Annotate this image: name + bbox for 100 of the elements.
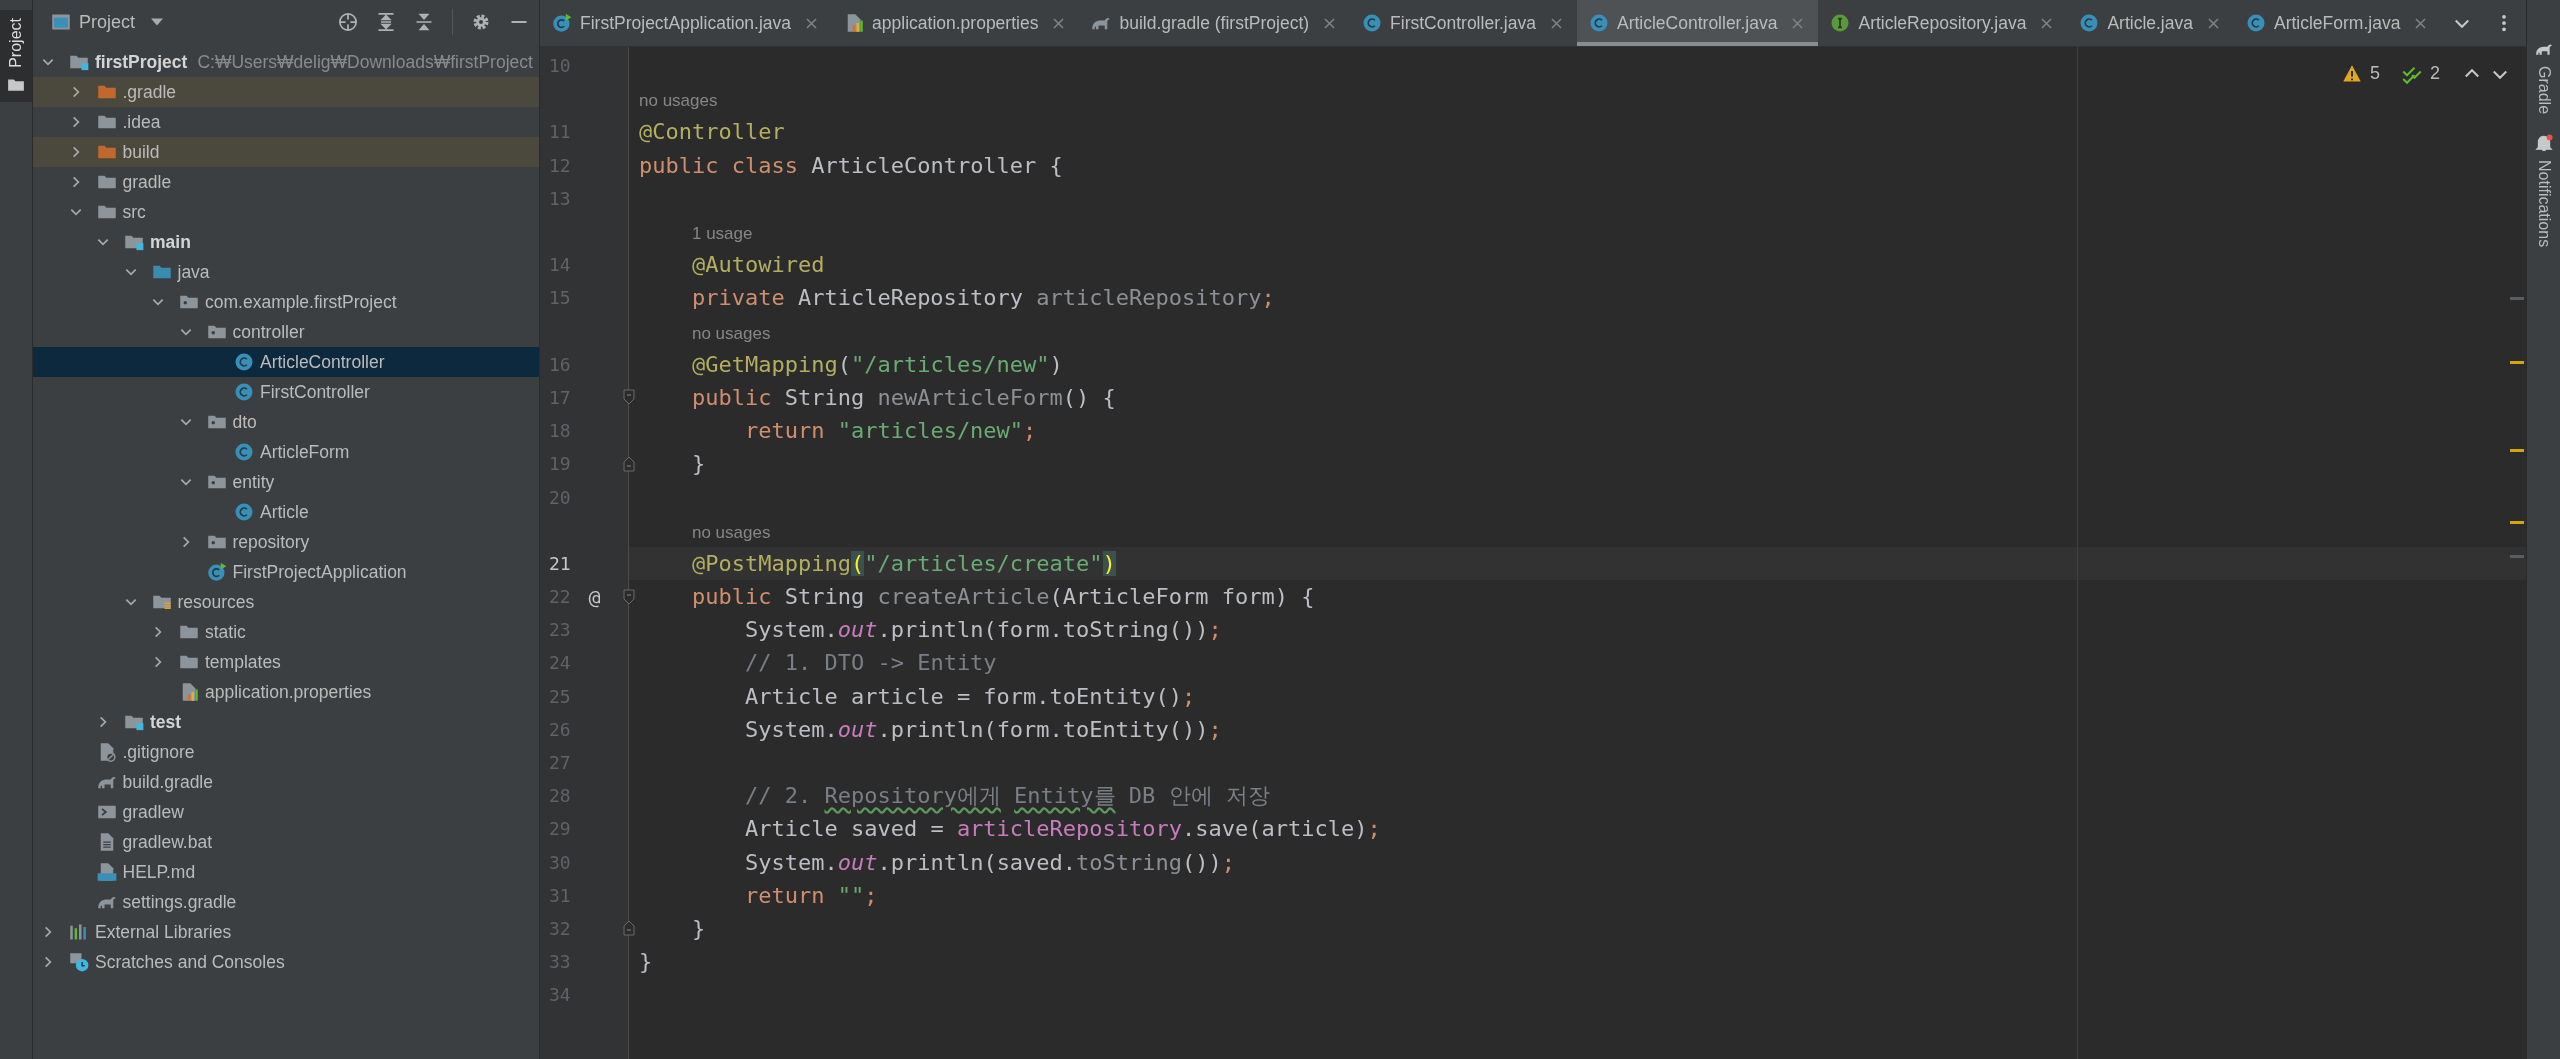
tree-item-label[interactable]: Article (260, 501, 309, 523)
editor-tab[interactable]: ArticleRepository.java (1818, 0, 2068, 46)
tree-item-label[interactable]: src (122, 201, 146, 223)
code-line: System.out.println(form.toString()); (744, 617, 1222, 643)
class-icon (234, 352, 254, 372)
code-line: public String createArticle(ArticleForm form) { (691, 584, 1315, 610)
selected-tree-row[interactable]: ArticleController (33, 347, 539, 377)
code-line: @Controller (639, 119, 785, 145)
expand-all-icon[interactable] (376, 12, 396, 32)
markdown-file-icon (96, 862, 117, 882)
code-line: @GetMapping("/articles/new") (691, 351, 1063, 377)
fold-end-icon[interactable] (623, 920, 635, 937)
usage-hint[interactable]: 1 usage (691, 224, 753, 244)
close-icon[interactable] (2414, 16, 2428, 30)
tree-item-label[interactable]: Scratches and Consoles (95, 951, 285, 973)
editor-tab[interactable]: ArticleForm.java (2234, 0, 2442, 46)
tree-item-label[interactable]: ArticleForm (260, 441, 350, 463)
code-line: @PostMapping("/articles/create") (691, 550, 1116, 576)
code-line: return ""; (744, 882, 878, 908)
usage-hint[interactable]: no usages (691, 323, 771, 343)
implementation-marker[interactable]: @ (588, 584, 601, 609)
class-run-icon (206, 562, 227, 582)
editor-tab[interactable]: Article.java (2067, 0, 2234, 46)
editor-tab[interactable]: ArticleController.java (1576, 0, 1819, 46)
tree-item-label[interactable]: .idea (122, 111, 161, 133)
close-icon[interactable] (2040, 16, 2054, 30)
tree-item-label[interactable]: .gitignore (122, 741, 195, 763)
close-icon[interactable] (1323, 16, 1337, 30)
tree-item-label[interactable]: gradlew (122, 801, 184, 823)
tree-item-label[interactable]: External Libraries (95, 921, 232, 943)
editor-tab[interactable]: FirstController.java (1350, 0, 1577, 46)
bell-icon (2534, 134, 2553, 153)
code-line: } (691, 915, 706, 941)
tree-item-label[interactable]: gradlew.bat (122, 831, 212, 853)
tree-item-label[interactable]: firstProject (95, 51, 188, 73)
tree-item-label[interactable]: main (150, 231, 191, 253)
class-icon (2079, 13, 2100, 33)
fold-icon[interactable] (623, 389, 635, 406)
tool-window-tab[interactable]: Notifications (2534, 134, 2553, 248)
close-icon[interactable] (805, 16, 819, 30)
tree-item-label[interactable]: application.properties (205, 681, 372, 703)
class-icon (234, 442, 254, 462)
tree-item-label[interactable]: FirstProjectApplication (232, 561, 407, 583)
close-icon[interactable] (2207, 16, 2220, 30)
inspection-count[interactable]: 5 (2369, 63, 2380, 84)
class-icon (234, 382, 254, 402)
project-view-dropdown[interactable]: Project (47, 9, 168, 35)
editor-tab[interactable]: build.gradle (firstProject) (1079, 0, 1351, 46)
close-icon[interactable] (1549, 16, 1563, 30)
settings-icon[interactable] (471, 12, 491, 32)
tree-item-label[interactable]: resources (177, 591, 255, 613)
fold-end-icon[interactable] (623, 455, 635, 472)
code-line: @Autowired (691, 252, 825, 278)
class-icon (1588, 13, 1609, 33)
editor-tab[interactable]: FirstProjectApplication.java (540, 0, 833, 46)
tree-item-label[interactable]: .gradle (122, 81, 176, 103)
tree-item-label[interactable]: ArticleController (260, 351, 385, 373)
usage-hint[interactable]: no usages (639, 91, 718, 111)
code-line: Article article = form.toEntity(); (744, 683, 1196, 709)
warning-icon[interactable] (2341, 63, 2362, 84)
tree-item-label[interactable]: build.gradle (122, 771, 213, 793)
code-line: Article saved = articleRepository.save(article); (744, 816, 1381, 842)
tree-item-label[interactable]: static (205, 621, 246, 643)
tree-item-label[interactable]: gradle (122, 171, 172, 193)
inspection-count[interactable]: 2 (2430, 63, 2440, 84)
tree-item-label[interactable]: FirstController (260, 381, 370, 403)
fold-icon[interactable] (623, 588, 635, 605)
editor-tab[interactable]: application.properties (832, 0, 1080, 46)
caret-icon (151, 18, 164, 26)
code-line: } (639, 949, 653, 975)
tree-item-label[interactable]: settings.gradle (122, 891, 237, 913)
tree-item-label[interactable]: dto (232, 411, 257, 433)
tree-item-label[interactable]: build (122, 141, 160, 163)
tree-item-label[interactable]: controller (232, 321, 305, 343)
line-number: 21 (548, 552, 572, 574)
tool-window-tab[interactable]: Gradle (2534, 40, 2553, 115)
usage-hint[interactable]: no usages (691, 522, 771, 542)
tree-item-label[interactable]: templates (205, 651, 281, 673)
tree-item-label[interactable]: java (177, 261, 210, 283)
interface-icon (1830, 13, 1851, 33)
tree-item-label[interactable]: com.example.firstProject (205, 291, 397, 313)
code-line: return "articles/new"; (744, 418, 1037, 444)
tree-item-label[interactable]: HELP.md (122, 861, 196, 883)
locate-icon[interactable] (338, 12, 358, 32)
code-line: public String newArticleForm() { (691, 384, 1116, 410)
window-icon (51, 12, 71, 32)
collapse-all-icon[interactable] (414, 12, 434, 32)
project-tool-tab[interactable]: Project (0, 10, 32, 102)
code-line: System.out.println(saved.toString()); (744, 849, 1236, 875)
excluded-tree-row[interactable]: build (33, 137, 539, 167)
excluded-tree-row[interactable]: .gradle (33, 77, 539, 107)
code-line: public class ArticleController { (639, 152, 1063, 178)
tree-item-label[interactable]: test (150, 711, 182, 733)
code-line: // 2. Repository에게 Entity를 DB 안에 저장 (744, 781, 1270, 810)
tree-item-label[interactable]: entity (232, 471, 275, 493)
close-icon[interactable] (1052, 16, 1066, 30)
class-icon (1362, 13, 1383, 33)
project-path: C:₩Users₩delig₩Downloads₩firstProject (197, 51, 533, 73)
tree-item-label[interactable]: repository (232, 531, 310, 553)
code-line: } (691, 451, 706, 477)
